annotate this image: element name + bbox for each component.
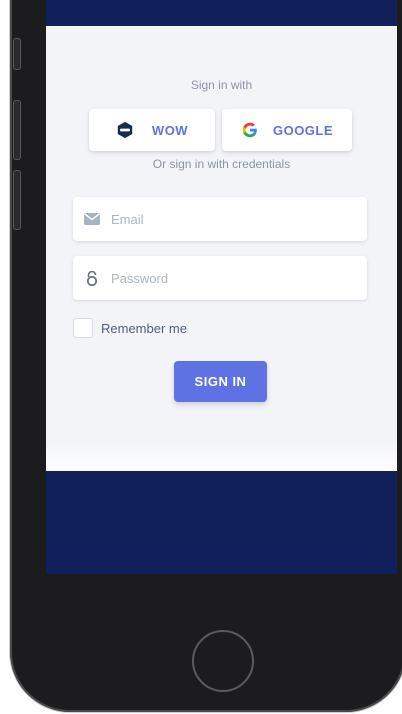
home-button: [192, 630, 254, 692]
login-card: Sign in with WOW GOOGLE Or sign in with …: [46, 26, 397, 471]
wow-login-button[interactable]: WOW: [89, 109, 215, 151]
password-field[interactable]: Password: [73, 256, 367, 300]
sign-in-button[interactable]: SIGN IN: [174, 361, 267, 402]
volume-up-button: [13, 100, 21, 160]
remember-me-label: Remember me: [101, 320, 187, 336]
email-placeholder: Email: [111, 211, 144, 227]
google-icon: [242, 122, 257, 138]
phone-screen: Sign in with WOW GOOGLE Or sign in with …: [46, 0, 397, 574]
password-placeholder: Password: [111, 270, 169, 286]
lock-icon: [73, 270, 111, 286]
wow-logo-icon: [117, 121, 133, 139]
mute-switch: [13, 38, 21, 70]
google-login-button[interactable]: GOOGLE: [222, 109, 352, 151]
email-field[interactable]: Email: [73, 197, 367, 241]
sign-in-with-label: Sign in with: [190, 78, 253, 92]
remember-me-row[interactable]: Remember me: [73, 318, 187, 338]
social-login-row: WOW GOOGLE: [89, 109, 352, 151]
volume-down-button: [13, 170, 21, 230]
phone-frame: Sign in with WOW GOOGLE Or sign in with …: [10, 0, 402, 712]
credentials-label: Or sign in with credentials: [152, 157, 291, 171]
google-login-label: GOOGLE: [272, 122, 334, 138]
remember-me-checkbox[interactable]: [73, 318, 93, 338]
wow-login-label: WOW: [151, 122, 189, 138]
envelope-icon: [73, 213, 111, 225]
